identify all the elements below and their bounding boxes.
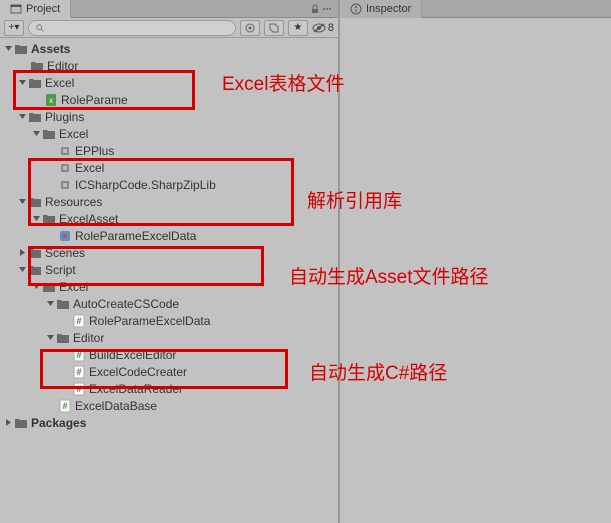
tree-item-script-excel[interactable]: Excel: [0, 278, 338, 295]
dll-icon: [58, 178, 72, 192]
create-button[interactable]: +▾: [4, 20, 24, 36]
tree-item-excel[interactable]: Excel: [0, 74, 338, 91]
excel-file-icon: x: [44, 93, 58, 107]
folder-open-icon: [28, 76, 42, 90]
tree-item-icsharp[interactable]: ICSharpCode.SharpZipLib: [0, 176, 338, 193]
dll-icon: [58, 161, 72, 175]
csharp-icon: #: [72, 314, 86, 328]
expand-arrow[interactable]: [16, 196, 28, 208]
tree-item-build-excel-editor[interactable]: #BuildExcelEditor: [0, 346, 338, 363]
tree-item-editor2[interactable]: Editor: [0, 329, 338, 346]
tree-item-scenes[interactable]: Scenes: [0, 244, 338, 261]
scriptable-object-icon: [58, 229, 72, 243]
expand-arrow[interactable]: [16, 77, 28, 89]
tree-item-plugins[interactable]: Plugins: [0, 108, 338, 125]
tab-project[interactable]: Project: [0, 0, 71, 18]
expand-arrow[interactable]: [2, 417, 14, 429]
filter-by-label-button[interactable]: [264, 20, 284, 36]
expand-arrow[interactable]: [16, 111, 28, 123]
tab-menu[interactable]: [304, 4, 338, 14]
save-search-button[interactable]: ★: [288, 20, 308, 36]
csharp-icon: #: [58, 399, 72, 413]
search-icon: [35, 23, 45, 33]
menu-icon: [322, 4, 332, 14]
folder-icon: [14, 416, 28, 430]
project-toolbar: +▾ ★ 8: [0, 18, 338, 38]
tree-item-excel-dll[interactable]: Excel: [0, 159, 338, 176]
csharp-icon: #: [72, 365, 86, 379]
tree-item-excel-data-reader[interactable]: #ExcelDataReader: [0, 380, 338, 397]
expand-arrow[interactable]: [30, 281, 42, 293]
folder-icon: [30, 59, 44, 73]
folder-open-icon: [56, 331, 70, 345]
folder-open-icon: [28, 263, 42, 277]
hidden-count[interactable]: 8: [312, 22, 334, 34]
folder-open-icon: [28, 110, 42, 124]
folder-open-icon: [42, 280, 56, 294]
tree-item-script[interactable]: Script: [0, 261, 338, 278]
tree-item-excel-code-creater[interactable]: #ExcelCodeCreater: [0, 363, 338, 380]
tree-item-resources[interactable]: Resources: [0, 193, 338, 210]
tab-project-label: Project: [26, 3, 60, 15]
expand-arrow[interactable]: [16, 264, 28, 276]
tree-item-excelasset[interactable]: ExcelAsset: [0, 210, 338, 227]
expand-arrow[interactable]: [44, 298, 56, 310]
tab-inspector-label: Inspector: [366, 3, 411, 15]
project-tab-bar: Project: [0, 0, 338, 18]
svg-text:#: #: [76, 367, 81, 377]
svg-text:#: #: [62, 401, 67, 411]
expand-arrow[interactable]: [30, 213, 42, 225]
folder-icon: [28, 246, 42, 260]
svg-text:x: x: [49, 96, 53, 105]
csharp-icon: #: [72, 348, 86, 362]
csharp-icon: #: [72, 382, 86, 396]
tree-item-roleparame[interactable]: xRoleParame: [0, 91, 338, 108]
folder-icon: [14, 42, 28, 56]
expand-arrow[interactable]: [2, 43, 14, 55]
tab-inspector[interactable]: Inspector: [340, 0, 422, 18]
inspector-content: [340, 18, 611, 523]
tree-item-autocreate[interactable]: AutoCreateCSCode: [0, 295, 338, 312]
tree-item-excel-data-base[interactable]: #ExcelDataBase: [0, 397, 338, 414]
lock-icon: [310, 4, 320, 14]
tree-item-roleparame-cs[interactable]: #RoleParameExcelData: [0, 312, 338, 329]
tree-item-packages[interactable]: Packages: [0, 414, 338, 431]
tree-item-plugins-excel[interactable]: Excel: [0, 125, 338, 142]
search-input[interactable]: [28, 20, 236, 36]
tree-item-assets[interactable]: Assets: [0, 40, 338, 57]
svg-text:#: #: [76, 384, 81, 394]
tree-item-epplus[interactable]: EPPlus: [0, 142, 338, 159]
filter-by-type-button[interactable]: [240, 20, 260, 36]
project-icon: [10, 3, 22, 15]
tree-item-editor[interactable]: Editor: [0, 57, 338, 74]
hidden-count-label: 8: [328, 22, 334, 34]
project-tree: Assets Editor Excel xRoleParame Plugins …: [0, 38, 338, 523]
dll-icon: [58, 144, 72, 158]
inspector-tab-bar: Inspector: [340, 0, 611, 18]
expand-arrow[interactable]: [44, 332, 56, 344]
folder-open-icon: [42, 127, 56, 141]
expand-arrow[interactable]: [16, 247, 28, 259]
folder-open-icon: [42, 212, 56, 226]
inspector-icon: [350, 3, 362, 15]
svg-text:#: #: [76, 350, 81, 360]
eye-off-icon: [312, 23, 326, 33]
folder-open-icon: [28, 195, 42, 209]
folder-open-icon: [56, 297, 70, 311]
expand-arrow[interactable]: [30, 128, 42, 140]
tree-item-roleparame-asset[interactable]: RoleParameExcelData: [0, 227, 338, 244]
svg-text:#: #: [76, 316, 81, 326]
